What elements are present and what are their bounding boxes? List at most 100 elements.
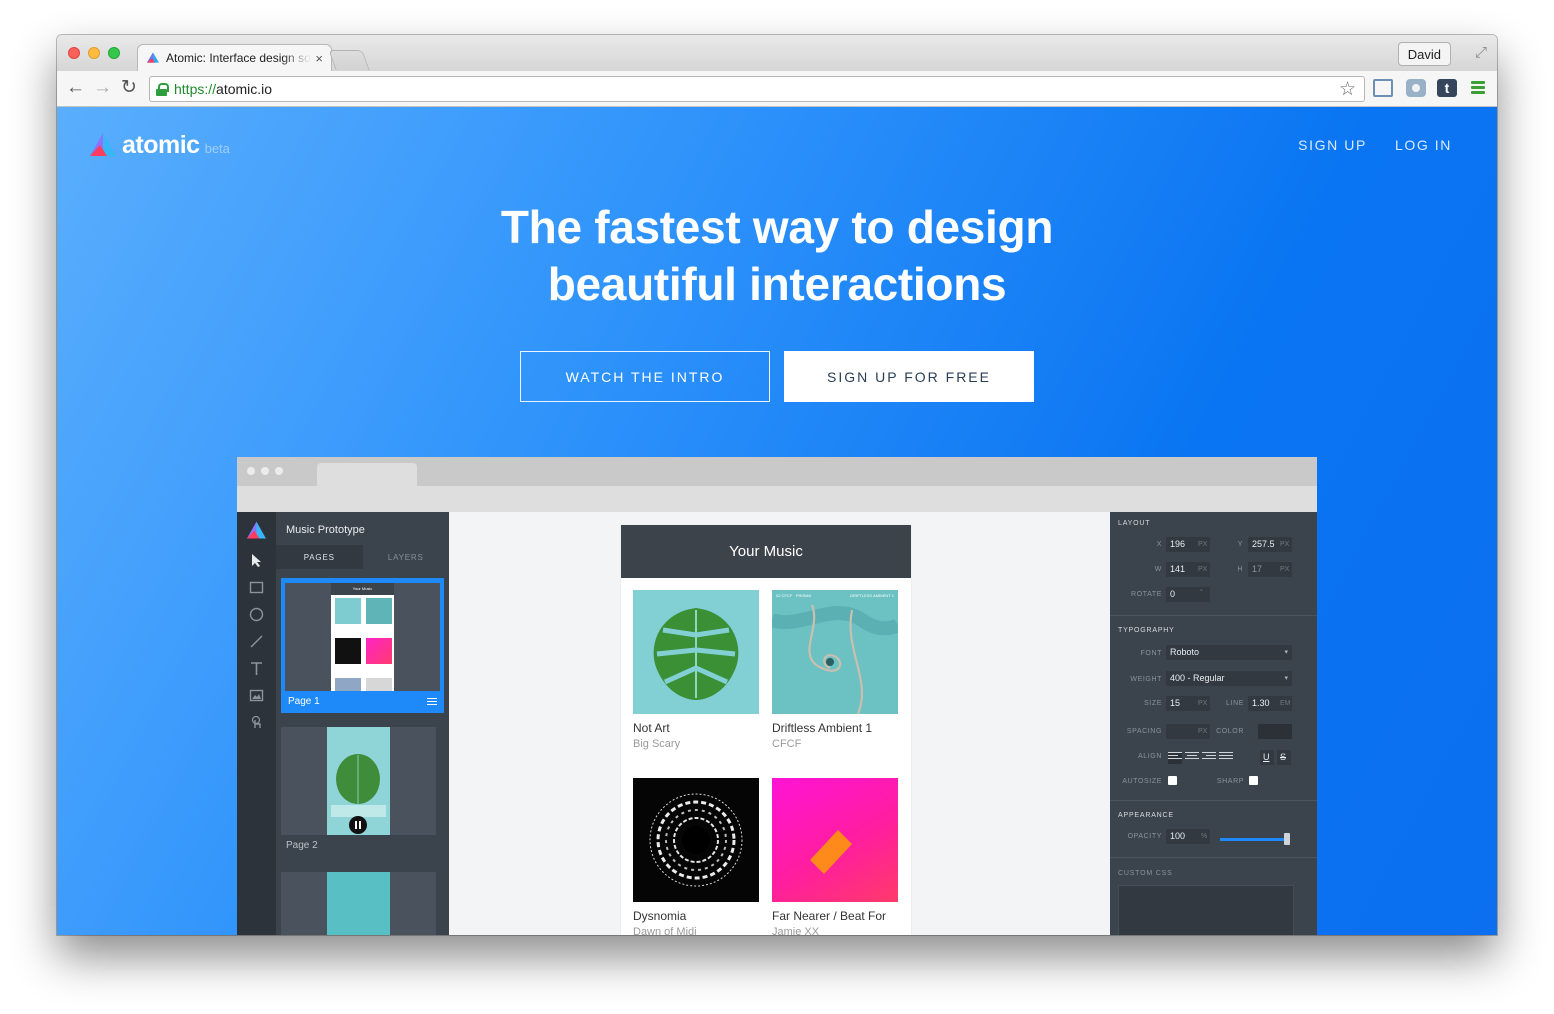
chevron-down-icon: ▾ (1284, 675, 1288, 682)
line-icon[interactable] (249, 634, 264, 649)
brand-name: atomic (122, 131, 200, 159)
underline-button[interactable]: U (1260, 750, 1274, 765)
new-tab-button[interactable] (328, 50, 370, 70)
align-justify-icon[interactable] (1219, 752, 1233, 764)
minimize-window-button[interactable] (88, 47, 100, 59)
tumblr-icon[interactable]: t (1437, 79, 1457, 97)
reload-icon[interactable]: ↻ (121, 77, 137, 99)
album-artist: Dawn of Midi (633, 926, 697, 935)
url-scheme: https:// (174, 81, 217, 97)
address-bar[interactable]: https:// atomic.io ☆ (149, 76, 1365, 102)
opacity-unit: % (1201, 833, 1208, 840)
panel-tabs: PAGES LAYERS (276, 545, 449, 569)
pointer-icon[interactable] (249, 553, 264, 568)
fullscreen-icon[interactable]: ⤢ (1475, 44, 1487, 61)
align-left-icon[interactable] (1168, 752, 1182, 764)
weight-value: 400 - Regular (1170, 673, 1225, 683)
rotate-input[interactable]: 0 (1166, 587, 1210, 602)
color-swatch[interactable] (1258, 724, 1292, 739)
mini-album-art (335, 638, 361, 664)
spacing-label: SPACING (1126, 728, 1162, 735)
autosize-checkbox[interactable] (1168, 776, 1177, 785)
browser-tab[interactable]: Atomic: Interface design software × (137, 44, 332, 71)
zoom-window-button[interactable] (108, 47, 120, 59)
custom-css-section-title: CUSTOM CSS (1118, 870, 1173, 877)
w-unit: PX (1198, 566, 1208, 573)
watch-intro-button[interactable]: WATCH THE INTRO (520, 351, 770, 402)
album-art-caption: 02 CFCF · PRISMA (776, 593, 812, 598)
bookmark-star-icon[interactable]: ☆ (1339, 78, 1356, 101)
app-preview: Music Prototype PAGES LAYERS Your Music (237, 457, 1317, 935)
w-label: W (1154, 566, 1162, 573)
album-title: Not Art (633, 721, 670, 735)
strikethrough-button[interactable]: S (1277, 750, 1291, 765)
page-preview (281, 872, 436, 935)
typography-section-title: TYPOGRAPHY (1118, 627, 1175, 634)
autosize-label: AUTOSIZE (1122, 778, 1162, 785)
hero-line-2: beautiful interactions (547, 258, 1007, 310)
y-unit: PX (1280, 541, 1290, 548)
tab-pages[interactable]: PAGES (276, 545, 363, 569)
sharp-checkbox[interactable] (1249, 776, 1258, 785)
properties-panel: LAYOUT X 196 PX Y 257.5 PX W 141 PX H 17… (1110, 512, 1317, 935)
album-artist: CFCF (772, 738, 802, 750)
album-art-swirl (633, 778, 759, 902)
font-label: FONT (1140, 650, 1162, 657)
spacing-unit: PX (1198, 728, 1208, 735)
album-card[interactable]: Far Nearer / Beat For Jamie XX (772, 778, 898, 935)
sharp-label: SHARP (1216, 778, 1244, 785)
image-icon[interactable] (249, 688, 264, 703)
page-thumbnail-2[interactable]: Page 2 (281, 727, 444, 855)
nav-sign-up-link[interactable]: SIGN UP (1298, 137, 1367, 153)
browser-window: Atomic: Interface design software × Davi… (57, 35, 1497, 935)
custom-css-textarea[interactable] (1118, 885, 1294, 935)
page-thumbnail-1[interactable]: Your Music Page 1 (281, 578, 444, 713)
align-right-icon[interactable] (1202, 752, 1216, 764)
mini-album-art (335, 598, 361, 624)
album-card[interactable]: Not Art Big Scary (633, 590, 759, 750)
mock-dot (247, 467, 255, 475)
url-host: atomic.io (216, 81, 273, 97)
weight-select[interactable]: 400 - Regular ▾ (1166, 671, 1292, 686)
align-center-icon[interactable] (1185, 752, 1199, 764)
profile-button[interactable]: David (1397, 42, 1451, 66)
beta-badge: beta (204, 141, 230, 156)
mock-tab (317, 463, 417, 486)
brand[interactable]: atomic beta (89, 132, 230, 158)
text-icon[interactable] (249, 661, 264, 676)
rectangle-icon[interactable] (249, 580, 264, 595)
color-label: COLOR (1216, 728, 1244, 735)
opacity-slider-thumb[interactable] (1284, 833, 1290, 845)
touch-icon[interactable] (249, 715, 264, 730)
camera-icon[interactable] (1406, 79, 1426, 97)
divider (1110, 857, 1317, 858)
line-unit: EM (1280, 700, 1291, 707)
close-window-button[interactable] (68, 47, 80, 59)
line-label: LINE (1226, 700, 1244, 707)
artboard-header: Your Music (621, 525, 911, 578)
ellipse-icon[interactable] (249, 607, 264, 622)
album-card[interactable]: 02 CFCF · PRISMA DRIFTLESS AMBIENT 1 Dri… (772, 590, 898, 750)
forward-icon[interactable]: → (93, 77, 112, 99)
back-icon[interactable]: ← (66, 77, 85, 99)
tab-layers[interactable]: LAYERS (362, 545, 449, 569)
nav-log-in-link[interactable]: LOG IN (1395, 137, 1452, 153)
artboard[interactable]: Your Music Not Art Big Scary 02 CFCF · P… (621, 525, 911, 935)
sign-up-free-button[interactable]: SIGN UP FOR FREE (784, 351, 1034, 402)
page-menu-icon[interactable] (427, 697, 437, 705)
hero-line-1: The fastest way to design (500, 201, 1054, 253)
mini-header: Your Music (331, 583, 394, 595)
project-title: Music Prototype (286, 524, 365, 536)
title-bar: Atomic: Interface design software × Davi… (57, 35, 1497, 71)
opacity-slider[interactable] (1220, 838, 1288, 841)
tab-close-icon[interactable]: × (315, 51, 323, 66)
album-card[interactable]: Dysnomia Dawn of Midi (633, 778, 759, 935)
page-thumbnail-3[interactable] (281, 872, 444, 935)
album-artist: Jamie XX (772, 926, 820, 935)
lock-icon (156, 82, 169, 96)
font-select[interactable]: Roboto ▾ (1166, 645, 1292, 660)
menu-icon[interactable] (1471, 81, 1485, 94)
size-unit: PX (1198, 700, 1208, 707)
design-canvas[interactable]: Your Music Not Art Big Scary 02 CFCF · P… (449, 512, 1110, 935)
screen-capture-icon[interactable] (1373, 79, 1393, 97)
